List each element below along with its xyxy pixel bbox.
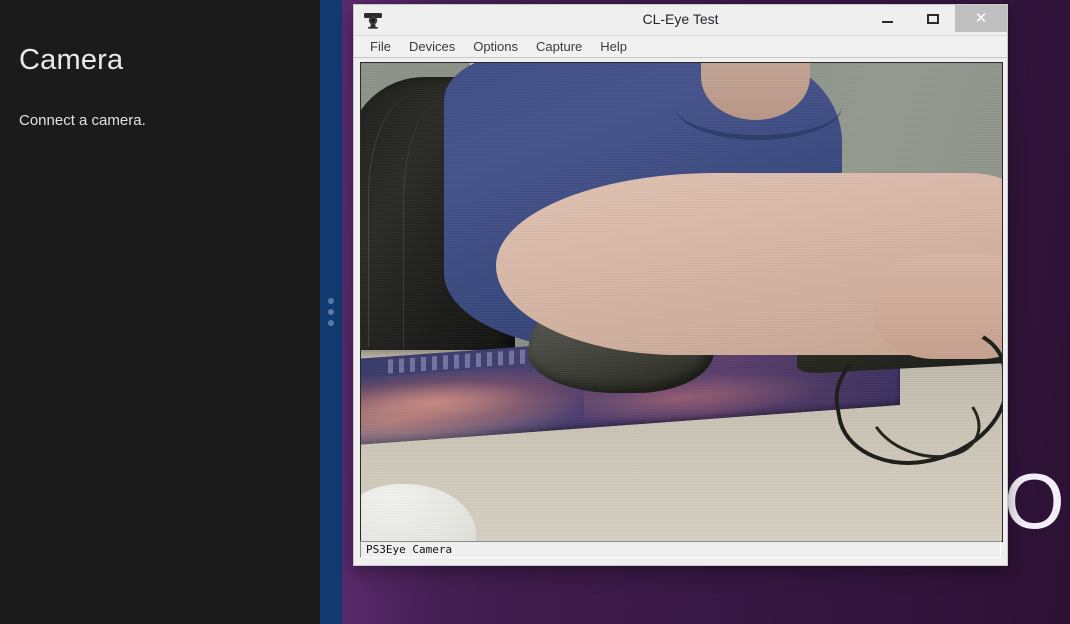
maximize-button[interactable]: [910, 5, 955, 32]
menu-item-file[interactable]: File: [361, 36, 400, 57]
menu-item-devices[interactable]: Devices: [400, 36, 464, 57]
cleye-test-window: CL-Eye Test ✕ File Devices Options Captu…: [353, 4, 1008, 566]
menubar: File Devices Options Capture Help: [354, 35, 1007, 58]
camera-app-message: Connect a camera.: [19, 112, 146, 129]
close-button[interactable]: ✕: [955, 5, 1007, 32]
window-controls: ✕: [865, 5, 1007, 35]
minimize-icon: [882, 20, 893, 23]
video-preview[interactable]: [360, 62, 1003, 542]
snap-splitter[interactable]: [320, 0, 342, 624]
window-titlebar[interactable]: CL-Eye Test ✕: [354, 5, 1007, 35]
camera-app-title: Camera: [19, 44, 124, 76]
menu-item-options[interactable]: Options: [464, 36, 527, 57]
video-frame: [361, 63, 1002, 541]
minimize-button[interactable]: [865, 5, 910, 32]
maximize-icon: [926, 13, 939, 24]
status-bar: PS3Eye Camera: [360, 541, 1001, 558]
camera-app-pane: Camera Connect a camera.: [0, 0, 320, 624]
screen: ON Camera Connect a camera. CL-Eye Test: [0, 0, 1070, 624]
menu-item-capture[interactable]: Capture: [527, 36, 591, 57]
webcam-icon: [362, 10, 384, 30]
desktop-background-text: ON: [1004, 457, 1070, 545]
close-icon: ✕: [974, 10, 988, 27]
drag-handle-dots-icon[interactable]: [328, 298, 334, 326]
video-shirt-collar: [675, 73, 842, 140]
menu-item-help[interactable]: Help: [591, 36, 636, 57]
status-bar-text: PS3Eye Camera: [366, 543, 453, 556]
